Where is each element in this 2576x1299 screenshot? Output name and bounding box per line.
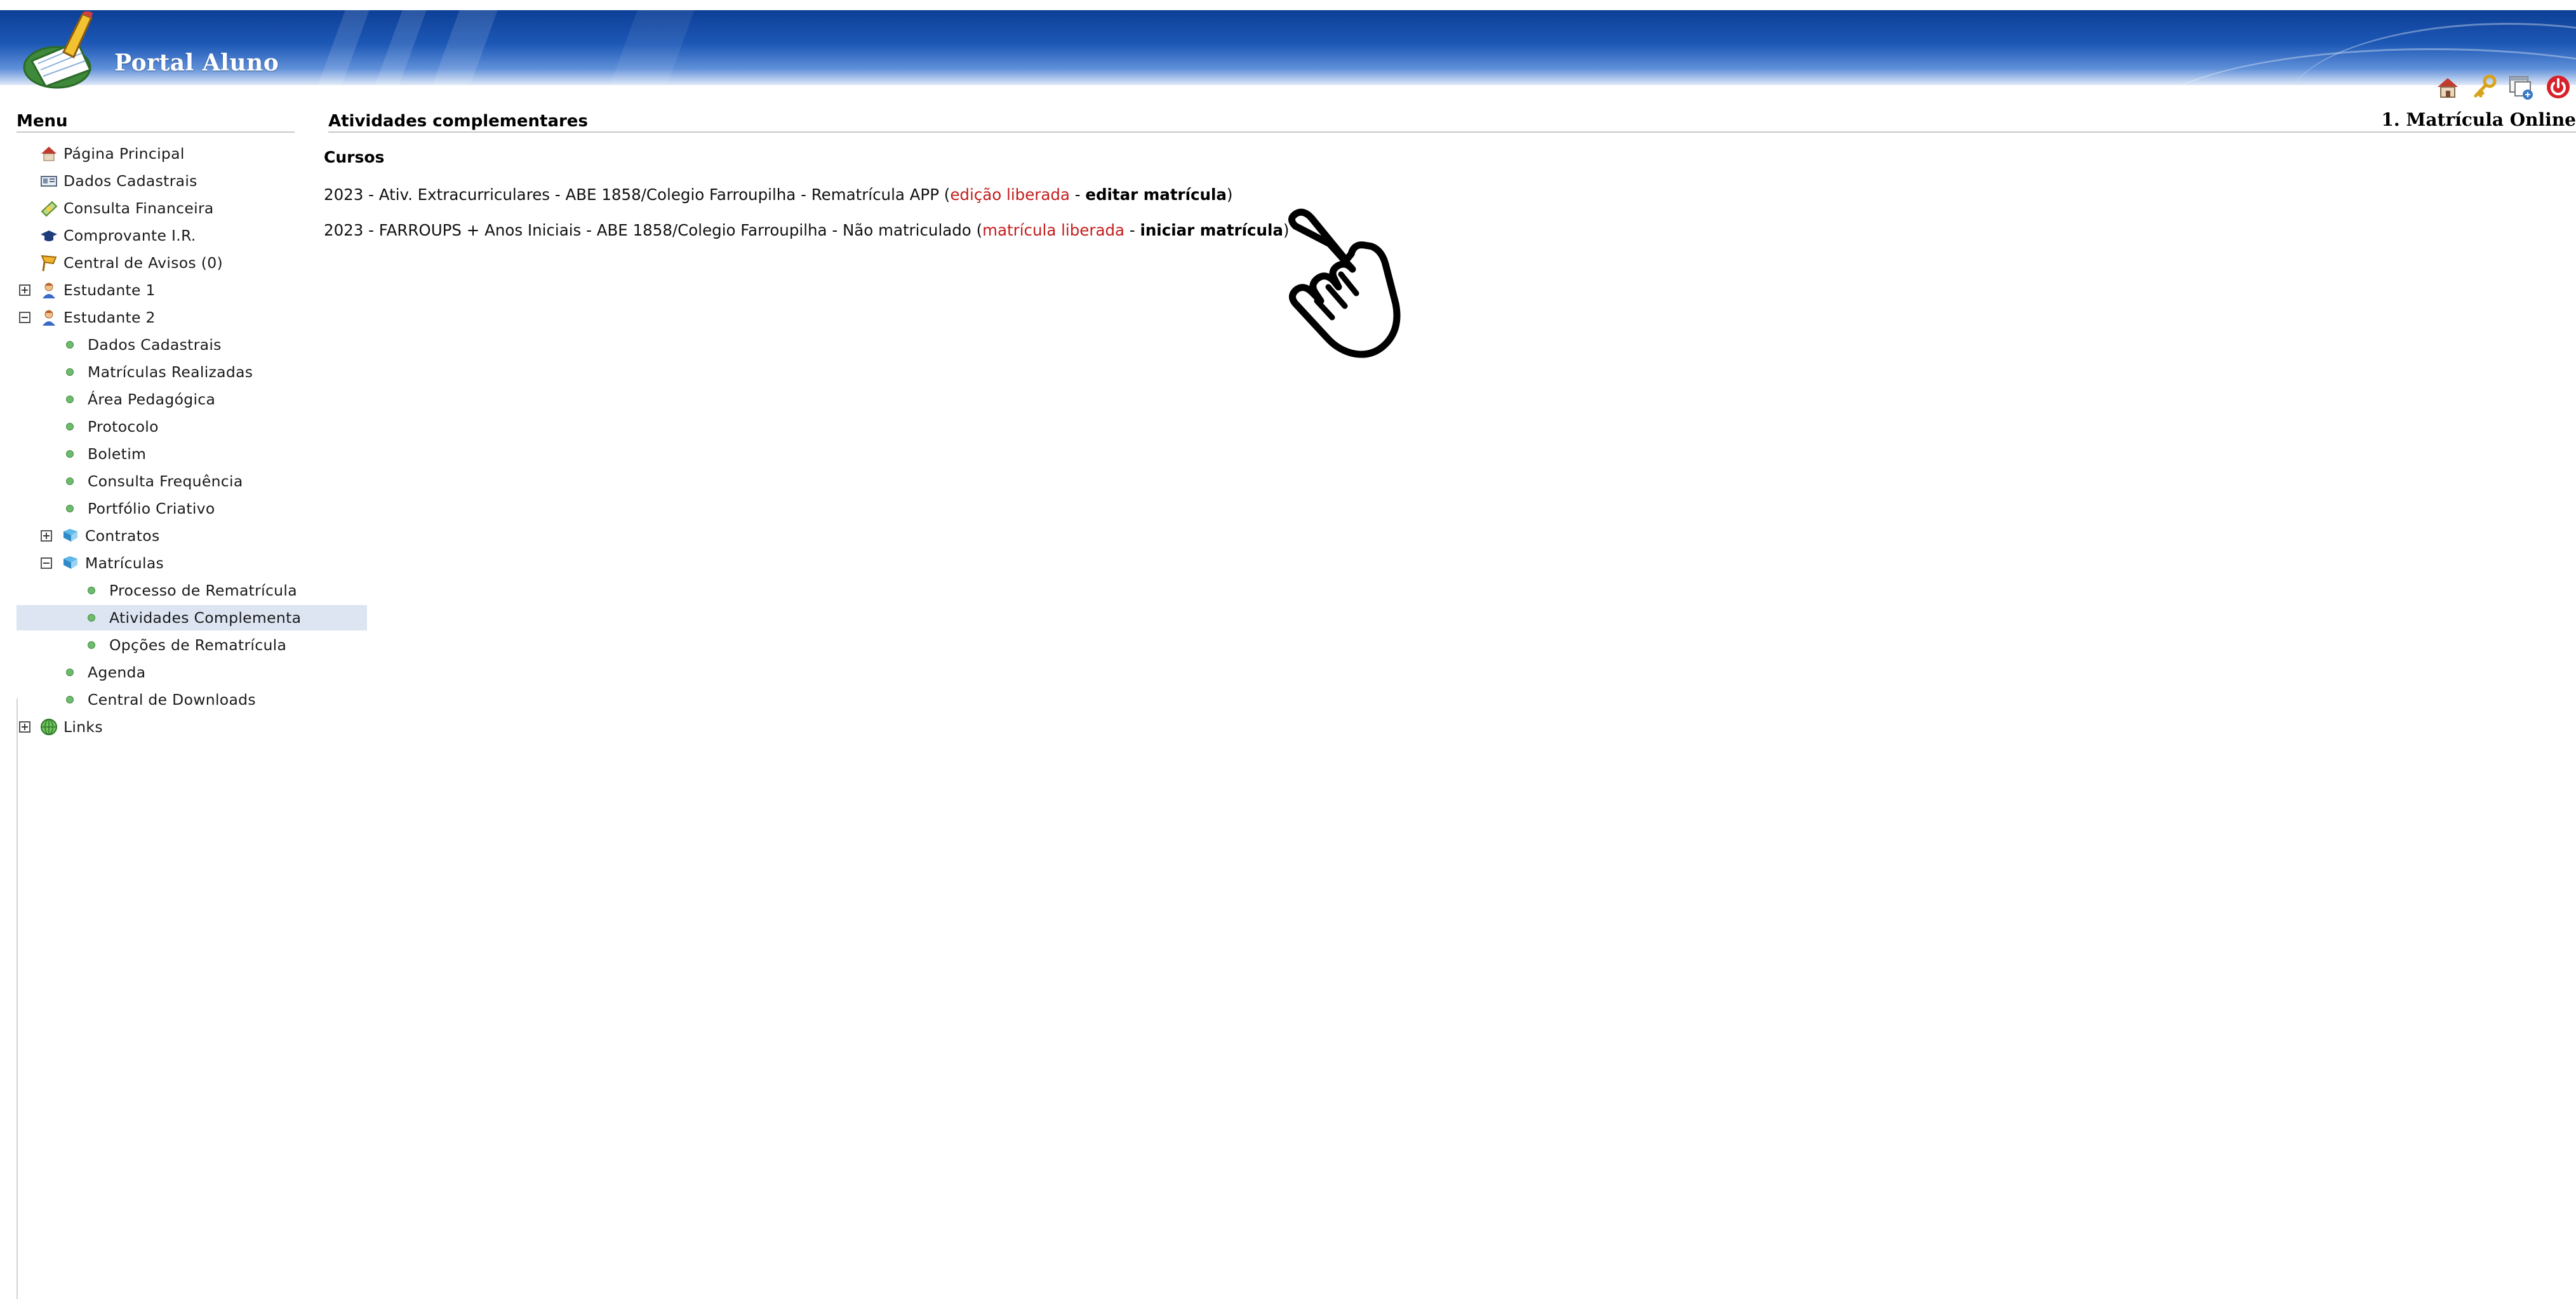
sidebar-item-label: Estudante 2: [63, 309, 156, 326]
menu-divider: [17, 131, 295, 133]
student-icon: [43, 310, 55, 326]
sidebar-item-dados-cadastrais[interactable]: Dados Cadastrais: [17, 168, 319, 194]
sidebar-item-agenda[interactable]: Agenda: [17, 660, 345, 685]
sidebar-item-label: Consulta Frequência: [88, 472, 243, 490]
window-settings-icon[interactable]: [2507, 73, 2535, 101]
bullet-icon: [66, 396, 74, 403]
course-description: 2023 - Ativ. Extracurriculares - ABE 185…: [324, 185, 951, 204]
sidebar-item-label: Área Pedagógica: [88, 390, 216, 408]
portal-logo: [23, 11, 93, 89]
course-close: ): [1226, 185, 1233, 204]
page-title: Atividades complementares: [328, 112, 588, 131]
top-toolbar: [2434, 71, 2572, 103]
bullet-icon: [66, 450, 74, 458]
course-description: 2023 - FARROUPS + Anos Iniciais - ABE 18…: [324, 221, 983, 239]
course-status: matrícula liberada: [982, 221, 1125, 239]
sidebar-item-area-pedagogica[interactable]: Área Pedagógica: [17, 387, 345, 412]
sidebar-item-label: Página Principal: [63, 145, 185, 163]
sidebar-item-portfolio-criativo[interactable]: Portfólio Criativo: [17, 496, 345, 521]
sidebar-item-dados-cadastrais-estudante[interactable]: Dados Cadastrais: [17, 332, 345, 357]
course-separator: -: [1069, 185, 1086, 204]
expand-icon[interactable]: +: [19, 284, 30, 296]
sidebar-item-comprovante-ir[interactable]: Comprovante I.R.: [17, 223, 319, 248]
sidebar-item-label: Contratos: [85, 527, 160, 545]
content-divider: [328, 131, 2576, 133]
sidebar-item-label: Dados Cadastrais: [63, 172, 197, 190]
home-icon[interactable]: [2434, 73, 2462, 101]
power-icon[interactable]: [2544, 73, 2572, 101]
bullet-icon: [88, 587, 95, 594]
collapse-icon[interactable]: −: [19, 312, 30, 323]
house-icon: [41, 147, 57, 161]
sidebar-item-consulta-financeira[interactable]: Consulta Financeira: [17, 196, 319, 221]
bullet-icon: [66, 505, 74, 512]
sidebar-item-estudante-1[interactable]: + Estudante 1: [17, 277, 298, 303]
sidebar-item-label: Central de Avisos (0): [63, 254, 223, 272]
sidebar-item-links[interactable]: + Links: [17, 714, 298, 740]
bullet-icon: [66, 341, 74, 349]
graduation-cap-icon: [41, 230, 57, 241]
book-icon: [63, 556, 77, 569]
sidebar-item-label: Atividades Complementa: [109, 609, 302, 627]
sidebar-item-contratos[interactable]: + Contratos: [17, 523, 320, 549]
sidebar-item-label: Matrículas: [85, 554, 164, 572]
cursos-heading: Cursos: [324, 148, 385, 166]
sidebar-item-label: Opções de Rematrícula: [109, 636, 287, 654]
header-banner: [0, 10, 2576, 85]
bullet-icon: [66, 423, 74, 430]
sidebar-item-label: Matrículas Realizadas: [88, 363, 253, 381]
sidebar-item-central-downloads[interactable]: Central de Downloads: [17, 687, 345, 712]
menu-heading: Menu: [17, 112, 68, 131]
bullet-icon: [88, 641, 95, 649]
sidebar-item-matriculas[interactable]: − Matrículas: [17, 550, 320, 576]
sidebar-item-boletim[interactable]: Boletim: [17, 441, 345, 467]
sidebar-item-label: Protocolo: [88, 418, 159, 436]
collapse-icon[interactable]: −: [41, 557, 52, 569]
course-status: edição liberada: [950, 185, 1070, 204]
student-icon: [43, 283, 55, 298]
iniciar-matricula-link[interactable]: iniciar matrícula: [1140, 221, 1283, 239]
sidebar-item-protocolo[interactable]: Protocolo: [17, 414, 345, 439]
book-icon: [63, 529, 77, 542]
key-icon[interactable]: [2471, 73, 2499, 101]
sidebar-item-label: Portfólio Criativo: [88, 500, 215, 517]
expand-icon[interactable]: +: [19, 721, 30, 733]
id-card-icon: [41, 176, 57, 187]
globe-icon: [41, 719, 57, 735]
bullet-icon: [66, 696, 74, 703]
expand-icon[interactable]: +: [41, 530, 52, 542]
sidebar-item-atividades-complementares[interactable]: Atividades Complementa: [17, 605, 367, 630]
sidebar-item-processo-rematricula[interactable]: Processo de Rematrícula: [17, 578, 367, 603]
hand-pointer-icon: [1288, 208, 1401, 358]
sidebar-item-matriculas-realizadas[interactable]: Matrículas Realizadas: [17, 359, 345, 385]
sidebar-item-pagina-principal[interactable]: Página Principal: [17, 141, 319, 166]
flag-icon: [41, 255, 57, 272]
bullet-icon: [88, 614, 95, 622]
sidebar-item-label: Comprovante I.R.: [63, 227, 196, 244]
bullet-icon: [66, 368, 74, 376]
sidebar-item-consulta-frequencia[interactable]: Consulta Frequência: [17, 469, 345, 494]
bullet-icon: [66, 477, 74, 485]
left-border: [17, 698, 18, 1299]
sidebar-item-label: Agenda: [88, 663, 146, 681]
sidebar-item-label: Processo de Rematrícula: [109, 582, 297, 599]
section-title: 1. Matrícula Online: [2381, 109, 2576, 130]
portal-title: Portal Aluno: [114, 50, 279, 76]
sidebar-item-label: Consulta Financeira: [63, 199, 214, 217]
sidebar-item-label: Estudante 1: [63, 281, 156, 299]
sidebar-item-estudante-2[interactable]: − Estudante 2: [17, 305, 298, 330]
money-icon: [41, 201, 58, 217]
course-separator: -: [1124, 221, 1140, 239]
sidebar-item-label: Boletim: [88, 445, 147, 463]
editar-matricula-link[interactable]: editar matrícula: [1085, 185, 1227, 204]
sidebar-item-central-avisos[interactable]: Central de Avisos (0): [17, 250, 319, 276]
sidebar-item-label: Dados Cadastrais: [88, 336, 222, 354]
sidebar-item-label: Central de Downloads: [88, 691, 256, 709]
bullet-icon: [66, 669, 74, 676]
sidebar-item-opcoes-rematricula[interactable]: Opções de Rematrícula: [17, 632, 367, 658]
sidebar-item-label: Links: [63, 718, 103, 736]
course-row: 2023 - FARROUPS + Anos Iniciais - ABE 18…: [324, 221, 1289, 239]
course-row: 2023 - Ativ. Extracurriculares - ABE 185…: [324, 185, 1232, 204]
